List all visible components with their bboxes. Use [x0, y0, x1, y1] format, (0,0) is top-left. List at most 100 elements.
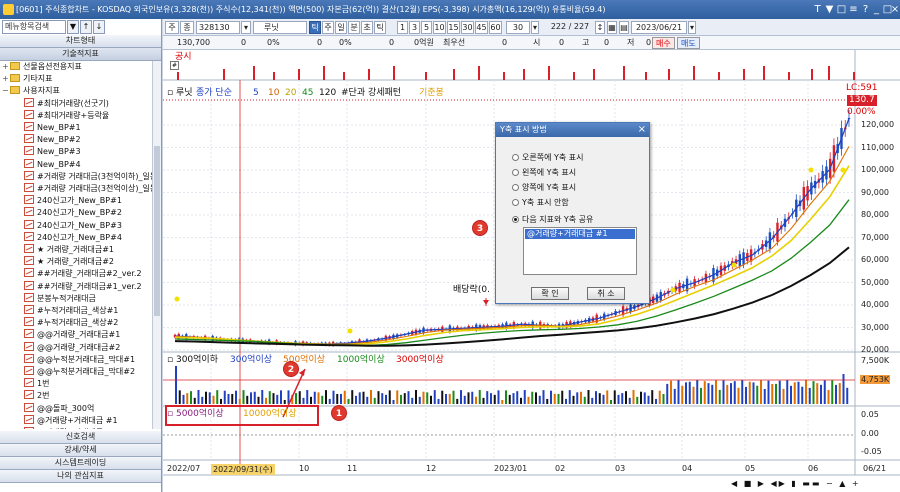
stock-name-field[interactable]: 루닛	[253, 21, 307, 34]
tree-item[interactable]: @@거래량_거래대금#1	[16, 329, 120, 341]
sidebar-scrollbar[interactable]	[152, 61, 161, 429]
grid-icon[interactable]: ▦	[607, 21, 617, 34]
chart-nav-controls[interactable]: ◀ ■ ▶ ◀▶ ▮ ▬▬ − ▲ +	[731, 478, 861, 489]
volume-bar	[340, 393, 342, 404]
count-spin-icon[interactable]: ↕	[595, 21, 605, 34]
date-dropdown-icon[interactable]: ▾	[688, 21, 696, 34]
tree-item[interactable]: #최대거래량(선굿기)	[16, 97, 109, 110]
indicator-icon	[24, 317, 34, 327]
tab-strength[interactable]: 강세/약세	[0, 444, 161, 457]
close-button[interactable]: ×	[890, 2, 900, 17]
radio-right-axis[interactable]: 오른쪽에 Y축 표시	[512, 152, 584, 163]
period-tick2-button[interactable]: 틱	[374, 21, 386, 34]
tree-item[interactable]: @@누적분거래대금_막대#1	[16, 353, 135, 366]
interval-dropdown-icon[interactable]: ▾	[531, 21, 539, 34]
code-search-icon[interactable]: ▾	[241, 21, 251, 34]
tree-item[interactable]: 240신고가_New_BP#3	[16, 219, 122, 232]
date-input[interactable]: 2023/06/21	[631, 21, 687, 34]
interval-30-button[interactable]: 30	[461, 21, 474, 34]
tree-item[interactable]: @거래량+거래대금 #1	[16, 414, 118, 427]
tree-item[interactable]: @@누적분거래대금_막대#2	[16, 366, 135, 378]
tab-signal-search[interactable]: 신호검색	[0, 431, 161, 444]
search-dropdown-button[interactable]: ▼	[67, 20, 79, 34]
tree-item[interactable]: #누적거래대금_색상#2	[16, 317, 118, 329]
tab-my-indicators[interactable]: 나의 관심지표	[0, 470, 161, 483]
volume-bar	[550, 390, 552, 404]
grid-toggle-icon[interactable]: #	[170, 61, 179, 70]
tree-item[interactable]: #누적거래대금_색상#1	[16, 305, 118, 317]
folder-icon	[10, 74, 20, 83]
tree-item[interactable]: @@돌파_300억	[16, 402, 94, 415]
mode-stock-button[interactable]: 주	[165, 21, 179, 34]
period-tick-button[interactable]: 틱	[309, 21, 321, 34]
buy-button[interactable]: 매수	[652, 37, 675, 49]
tree-item[interactable]: #거래량 거래대금(3천억이상)_일봉	[16, 183, 152, 195]
ok-button[interactable]: 확 인	[531, 287, 569, 300]
volume-bar	[298, 391, 301, 404]
tree-item[interactable]: 240신고가_New_BP#2	[16, 207, 122, 219]
tree-item[interactable]: #거래량 거래대금(3천억이하)_일봉	[16, 170, 152, 183]
tab-chart-type[interactable]: 차트형태	[0, 35, 161, 48]
share-axis-list[interactable]: @거래량+거래대금 #1	[523, 227, 637, 275]
mode-full-button[interactable]: 종	[180, 21, 194, 34]
share-axis-list-item[interactable]: @거래량+거래대금 #1	[525, 229, 635, 239]
search-down-button[interactable]: ↓	[93, 20, 105, 34]
change-value: 0	[241, 38, 247, 47]
vol-legend-1000-above: 1000억이상	[337, 355, 385, 365]
interval-60-button[interactable]: 60	[489, 21, 502, 34]
interval-10-button[interactable]: 10	[433, 21, 446, 34]
radio-left-axis[interactable]: 왼쪽에 Y축 표시	[512, 167, 576, 178]
volume-bar	[775, 383, 777, 404]
tree-folder[interactable]: + 선물옵션전용지표	[2, 61, 82, 73]
volume-bar	[411, 397, 414, 404]
volume-bar	[692, 386, 695, 404]
interval-45-button[interactable]: 45	[475, 21, 488, 34]
tree-folder[interactable]: − 사용자지표	[2, 85, 60, 97]
period-day-button[interactable]: 일	[335, 21, 347, 34]
tree-item[interactable]: ##거래량_거래대금#2_ver.2	[16, 268, 142, 280]
tree-item[interactable]: 240신고가_New_BP#1	[16, 195, 122, 207]
tab-system-trading[interactable]: 시스템트레이딩	[0, 457, 161, 470]
period-minute-button[interactable]: 분	[348, 21, 360, 34]
tree-item[interactable]: #최대거래량+등락율	[16, 109, 109, 122]
interval-5-button[interactable]: 5	[421, 21, 432, 34]
cancel-button[interactable]: 취 소	[587, 287, 625, 300]
period-week-button[interactable]: 주	[322, 21, 334, 34]
radio-no-axis[interactable]: Y축 표시 안함	[512, 197, 569, 208]
radio-both-axis[interactable]: 양쪽에 Y축 표시	[512, 182, 576, 193]
expand-icon[interactable]: +	[2, 61, 10, 73]
tree-item[interactable]: ★ 거래량_거래대금#1	[16, 244, 114, 256]
expand-icon[interactable]: −	[2, 85, 10, 97]
tree-item[interactable]: 분봉누적거래대금	[16, 292, 96, 305]
tree-item[interactable]: ★ 거래량_거래대금#2	[16, 256, 114, 268]
tree-item[interactable]: @@거래량_거래대금#2	[16, 341, 120, 354]
tree-item[interactable]: @거래량+거래대금 #2	[16, 427, 118, 429]
tree-item[interactable]: New_BP#4	[16, 158, 81, 171]
interval-3-button[interactable]: 3	[409, 21, 420, 34]
tree-item[interactable]: New_BP#1	[16, 122, 81, 134]
radio-share-axis[interactable]: 다음 지표와 Y축 공유	[512, 214, 593, 225]
tree-folder[interactable]: + 기타지표	[2, 73, 52, 85]
tree-item[interactable]: New_BP#2	[16, 134, 81, 146]
tree-item[interactable]: New_BP#3	[16, 146, 81, 158]
disclosure-tick	[718, 72, 720, 80]
calendar-icon[interactable]: ▤	[619, 21, 629, 34]
interval-1-button[interactable]: 1	[397, 21, 408, 34]
period-second-button[interactable]: 초	[361, 21, 373, 34]
stock-code-input[interactable]: 328130	[196, 21, 240, 34]
menu-search-input[interactable]: 메뉴항목검색	[2, 20, 66, 34]
interval-15-button[interactable]: 15	[447, 21, 460, 34]
indicator-icon	[24, 414, 34, 424]
tree-item[interactable]: 1번	[16, 378, 49, 390]
tree-item[interactable]: 2번	[16, 390, 49, 402]
tab-technical-indicators[interactable]: 기술적지표	[0, 48, 161, 61]
interval-select[interactable]: 30	[506, 21, 530, 34]
dialog-close-button[interactable]: ×	[638, 123, 646, 137]
expand-icon[interactable]: +	[2, 73, 10, 85]
disclosure-tick	[593, 69, 595, 80]
sell-button[interactable]: 매도	[677, 37, 700, 49]
scrollbar-thumb[interactable]	[154, 146, 160, 316]
tree-item[interactable]: 240신고가_New_BP#4	[16, 231, 122, 244]
tree-item[interactable]: ##거래량_거래대금#1_ver.2	[16, 280, 142, 293]
search-up-button[interactable]: ↑	[80, 20, 92, 34]
